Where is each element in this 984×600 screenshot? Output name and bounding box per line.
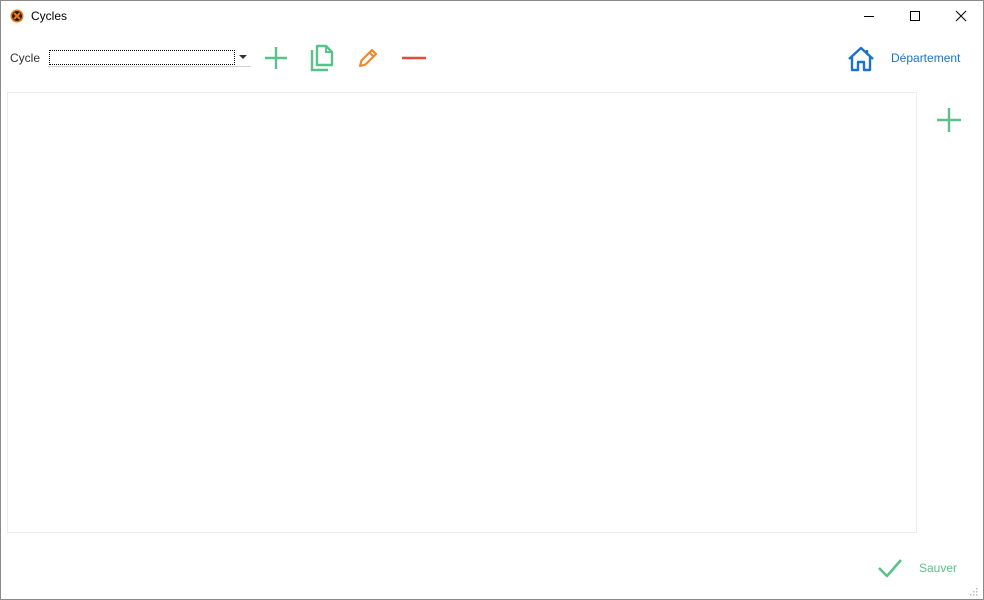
copy-cycle-button[interactable] — [307, 43, 337, 73]
title-bar: Cycles — [1, 1, 983, 31]
close-button[interactable] — [938, 1, 984, 31]
resize-grip-icon[interactable] — [969, 587, 979, 597]
copy-icon — [310, 44, 334, 72]
plus-icon — [937, 108, 961, 132]
window: Cycles Cycle Département Sauver — [0, 0, 984, 600]
minimize-icon — [864, 16, 874, 17]
cycle-content-panel — [7, 92, 917, 533]
minus-icon — [402, 56, 426, 60]
window-title: Cycles — [31, 9, 68, 23]
close-icon — [955, 10, 967, 22]
add-cycle-button[interactable] — [261, 43, 291, 73]
maximize-icon — [910, 11, 920, 21]
cycle-label: Cycle — [10, 51, 41, 65]
remove-cycle-button[interactable] — [399, 43, 429, 73]
minimize-button[interactable] — [846, 1, 892, 31]
plus-icon — [265, 47, 287, 69]
pencil-icon — [358, 48, 378, 68]
app-logo-icon — [10, 9, 24, 23]
cycle-select-value[interactable] — [49, 50, 235, 65]
maximize-button[interactable] — [892, 1, 938, 31]
save-button[interactable]: Sauver — [875, 554, 967, 582]
home-icon[interactable] — [846, 45, 876, 73]
side-add-button[interactable] — [934, 105, 964, 135]
department-link[interactable]: Département — [891, 51, 960, 65]
check-icon — [878, 559, 902, 578]
dropdown-arrow-icon[interactable] — [239, 55, 247, 59]
cycle-select[interactable] — [48, 49, 251, 67]
edit-cycle-button[interactable] — [353, 43, 383, 73]
save-label: Sauver — [919, 561, 958, 575]
